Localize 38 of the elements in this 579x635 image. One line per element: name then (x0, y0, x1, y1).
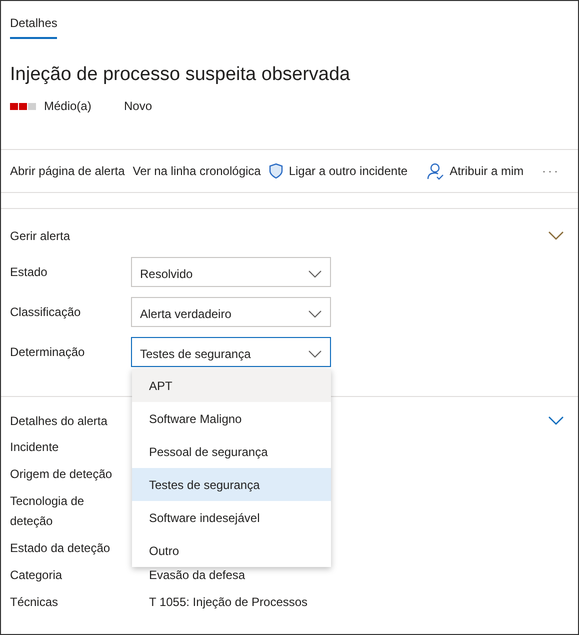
chevron-down-icon (308, 270, 322, 278)
section-title: Gerir alerta (10, 228, 70, 245)
detail-value: T 1055: Injeção de Processos (149, 594, 308, 611)
tab[interactable]: Detalhes (10, 14, 58, 39)
detail-label: Incidente (10, 439, 60, 456)
menu-item[interactable]: Software Maligno (132, 402, 331, 435)
menu-item[interactable]: Testes de segurança (132, 468, 331, 501)
menu-item[interactable]: Software indesejável (132, 501, 331, 534)
dropdown-field[interactable]: Testes de segurança (131, 337, 331, 367)
detail-label: Tecnologia de deteção (10, 493, 86, 530)
alert-title: Injeção de processo suspeita observada (9, 63, 352, 87)
toolbar-button[interactable]: Atribuir a mim (426, 162, 524, 180)
chevron-icon[interactable] (548, 231, 564, 241)
field-label: Determinação (10, 344, 86, 361)
shield-icon (268, 163, 283, 179)
menu-item[interactable]: APT (132, 369, 331, 402)
detail-label: Origem de deteção (10, 466, 114, 483)
toolbar-button[interactable]: Ligar a outro incidente (268, 162, 408, 180)
detail-label: Categoria (10, 567, 64, 584)
toolbar-button[interactable]: Abrir página de alerta (10, 162, 125, 180)
menu-item[interactable]: Outro (132, 534, 331, 567)
detail-label: Estado da deteção (10, 540, 112, 557)
toolbar-button[interactable]: Ver na linha cronológica (132, 162, 261, 180)
detail-value: Evasão da defesa (149, 567, 246, 584)
chevron-down-icon[interactable] (548, 416, 564, 426)
field-label: Classificação (10, 304, 82, 321)
person-icon (426, 162, 444, 180)
chevron-down-icon (308, 350, 322, 358)
dropdown-field[interactable]: Resolvido (131, 257, 331, 287)
field-label: Estado (10, 264, 48, 281)
menu-item[interactable]: Pessoal de segurança (132, 435, 331, 468)
detail-label: Técnicas (10, 594, 60, 611)
section-title: Detalhes do alerta (10, 413, 108, 430)
chevron-down-icon (308, 310, 322, 318)
dropdown-field[interactable]: Alerta verdadeiro (131, 297, 331, 327)
severity-label: Médio(a) (44, 98, 92, 115)
toolbar-button[interactable]: ··· (542, 162, 560, 180)
status-label: Novo (124, 98, 152, 115)
